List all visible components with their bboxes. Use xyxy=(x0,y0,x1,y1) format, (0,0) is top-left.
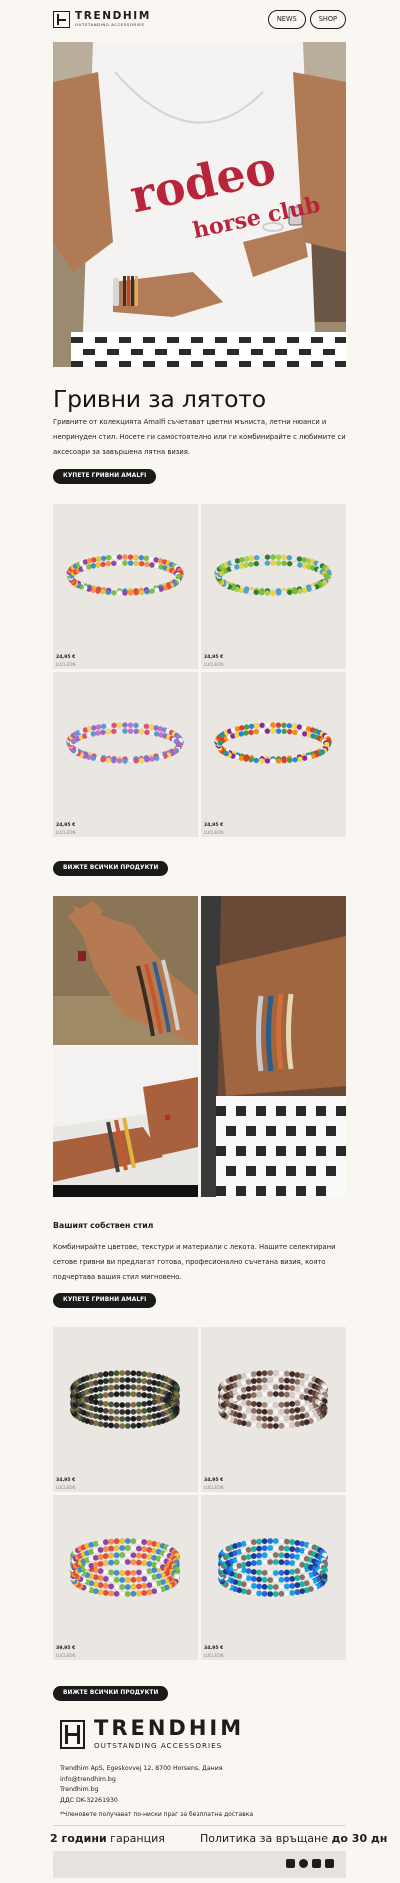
product-brand: LUCLEON xyxy=(56,830,76,835)
lifestyle-gallery xyxy=(53,896,346,1197)
product-price: 24,95 € xyxy=(56,655,76,660)
product-brand: LUCLEON xyxy=(204,1653,224,1658)
guarantee-returns: Политика за връщане до 30 дн xyxy=(200,1832,388,1845)
product-card[interactable]: 24,95 € LUCLEON xyxy=(53,672,198,837)
lifestyle-image-wrist[interactable] xyxy=(201,896,346,1197)
product-card[interactable]: 39,95 € LUCLEON xyxy=(53,1495,198,1660)
product-price: 39,95 € xyxy=(56,1646,76,1651)
product-price: 24,95 € xyxy=(204,823,224,828)
product-image xyxy=(70,1370,180,1429)
intro-text: Гривните от колекцията Amalfi съчетават … xyxy=(53,418,346,456)
product-card[interactable]: 24,95 € LUCLEON xyxy=(53,504,198,669)
footer-logo-tagline: OUTSTANDING ACCESSORIES xyxy=(94,1741,223,1750)
product-image xyxy=(218,1538,328,1597)
product-brand: LUCLEON xyxy=(56,1653,76,1658)
product-price: 34,95 € xyxy=(204,1478,224,1483)
product-card[interactable]: 34,95 € LUCLEON xyxy=(201,1327,346,1492)
product-brand: LUCLEON xyxy=(204,830,224,835)
linkedin-icon[interactable] xyxy=(325,1859,334,1868)
logo-name: TRENDHIM xyxy=(75,10,151,23)
product-image xyxy=(218,1370,328,1429)
footer-logo[interactable]: TRENDHIM OUTSTANDING ACCESSORIES xyxy=(60,1718,244,1750)
footer-vat: ДДС DK-32261930 xyxy=(60,1796,118,1804)
footer-website-link[interactable]: Trendhim.bg xyxy=(60,1785,222,1796)
guarantee-warranty: 2 години гаранция xyxy=(50,1832,165,1845)
footer-address: Trendhim ApS, Egeskovvej 12, 8700 Horsen… xyxy=(60,1764,222,1806)
product-brand: LUCLEON xyxy=(56,662,76,667)
style-title: Вашият собствен стил xyxy=(53,1221,154,1230)
product-brand: LUCLEON xyxy=(56,1485,76,1490)
trendhim-logo[interactable]: TRENDHIM OUTSTANDING ACCESSORIES xyxy=(53,10,151,28)
product-brand: LUCLEON xyxy=(204,1485,224,1490)
logo-mark-icon xyxy=(60,1719,85,1749)
nav-news-button[interactable]: NEWS xyxy=(267,9,306,29)
product-card[interactable]: 34,95 € LUCLEON xyxy=(201,1495,346,1660)
lifestyle-image-outfit[interactable] xyxy=(53,1047,198,1197)
product-image xyxy=(214,554,332,596)
product-price: 34,95 € xyxy=(204,1646,224,1651)
product-price: 34,95 € xyxy=(56,1478,76,1483)
style-text: Комбинирайте цветове, текстури и материа… xyxy=(53,1243,336,1281)
product-grid-amalfi: 24,95 € LUCLEON 24,95 € LUCLEON 24,95 € LUCLE… xyxy=(53,504,346,837)
product-grid-sets: 34,95 € LUCLEON 34,95 € LUCLEON 39,95 € LUCLE… xyxy=(53,1327,346,1660)
shop-amalfi-button-2[interactable]: КУПЕТЕ ГРИВНИ AMALFI xyxy=(53,1293,157,1308)
hero-image[interactable]: rodeo horse club xyxy=(53,42,346,367)
intro-title: Гривни за лятото xyxy=(53,385,266,413)
product-image xyxy=(70,1538,180,1597)
instagram-icon[interactable] xyxy=(286,1859,295,1868)
product-image xyxy=(66,554,184,596)
footer-email-link[interactable]: info@trendhim.bg xyxy=(60,1775,222,1786)
email-header: TRENDHIM OUTSTANDING ACCESSORIES NEWS SH… xyxy=(53,0,346,38)
product-brand: LUCLEON xyxy=(204,662,224,667)
footer-divider xyxy=(53,1825,346,1826)
product-card[interactable]: 34,95 € LUCLEON xyxy=(53,1327,198,1492)
product-price: 24,95 € xyxy=(56,823,76,828)
header-nav: NEWS SHOP xyxy=(267,9,346,29)
hero-photo: rodeo horse club xyxy=(53,42,346,367)
product-image xyxy=(66,722,184,764)
tiktok-icon[interactable] xyxy=(312,1859,321,1868)
lifestyle-image-hand[interactable] xyxy=(53,896,198,1045)
logo-tagline: OUTSTANDING ACCESSORIES xyxy=(75,21,145,27)
product-card[interactable]: 24,95 € LUCLEON xyxy=(201,672,346,837)
product-image xyxy=(214,722,332,764)
product-card[interactable]: 24,95 € LUCLEON xyxy=(201,504,346,669)
social-bar xyxy=(53,1851,346,1878)
product-price: 24,95 € xyxy=(204,655,224,660)
facebook-icon[interactable] xyxy=(299,1859,308,1868)
shop-amalfi-button[interactable]: КУПЕТЕ ГРИВНИ AMALFI xyxy=(53,469,157,484)
logo-mark-icon xyxy=(53,10,70,28)
view-all-products-button[interactable]: ВИЖТЕ ВСИЧКИ ПРОДУКТИ xyxy=(53,861,169,876)
view-all-products-button-2[interactable]: ВИЖТЕ ВСИЧКИ ПРОДУКТИ xyxy=(53,1686,169,1701)
footer-member-note: *Членовете получават по-ниски праг за бе… xyxy=(60,1811,254,1818)
nav-shop-button[interactable]: SHOP xyxy=(309,9,346,29)
footer-company-address: Trendhim ApS, Egeskovvej 12, 8700 Horsen… xyxy=(60,1765,223,1772)
footer-logo-name: TRENDHIM xyxy=(94,1716,245,1740)
social-icons xyxy=(286,1859,334,1868)
